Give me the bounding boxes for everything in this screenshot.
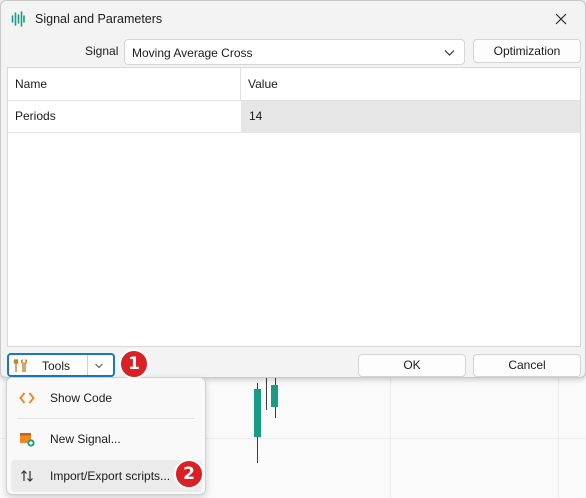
tools-icon bbox=[13, 359, 28, 372]
close-button[interactable] bbox=[541, 5, 581, 33]
window-title: Signal and Parameters bbox=[35, 12, 163, 26]
close-icon bbox=[555, 13, 567, 25]
signal-waveform-icon bbox=[11, 11, 25, 27]
split-divider bbox=[87, 355, 88, 375]
grid-header: Name Value bbox=[8, 68, 580, 101]
code-icon bbox=[19, 392, 35, 404]
param-name-cell[interactable]: Periods bbox=[8, 101, 241, 132]
annotation-badge-2: 2 bbox=[174, 459, 204, 489]
title-bar: Signal and Parameters bbox=[1, 1, 585, 37]
import-export-icon bbox=[21, 470, 33, 482]
signal-selected-value: Moving Average Cross bbox=[132, 46, 253, 60]
annotation-badge-1: 1 bbox=[119, 349, 149, 379]
signal-dropdown[interactable]: Moving Average Cross bbox=[124, 39, 465, 65]
menu-item-label: Import/Export scripts... bbox=[50, 469, 171, 483]
candle-body bbox=[271, 385, 278, 407]
column-header-value[interactable]: Value bbox=[241, 68, 580, 100]
menu-item-new-signal[interactable]: New Signal... bbox=[11, 423, 202, 455]
cancel-button[interactable]: Cancel bbox=[473, 354, 581, 377]
candle-wick bbox=[266, 378, 267, 410]
parameters-grid: Name Value Periods 14 bbox=[7, 67, 581, 347]
ok-button[interactable]: OK bbox=[358, 354, 466, 377]
param-value-cell[interactable]: 14 bbox=[241, 101, 580, 132]
menu-item-label: New Signal... bbox=[50, 432, 121, 446]
signal-parameters-dialog: Signal and Parameters Signal Moving Aver… bbox=[0, 0, 586, 378]
signal-label: Signal bbox=[85, 44, 119, 58]
optimization-button[interactable]: Optimization bbox=[473, 39, 581, 63]
tools-label: Tools bbox=[42, 359, 71, 373]
column-header-name[interactable]: Name bbox=[8, 68, 241, 100]
chevron-down-icon bbox=[444, 50, 455, 56]
new-signal-icon bbox=[20, 433, 35, 447]
tools-split-button[interactable]: Tools bbox=[7, 353, 115, 377]
menu-item-label: Show Code bbox=[50, 391, 113, 405]
table-row[interactable]: Periods 14 bbox=[8, 101, 580, 133]
chevron-down-icon[interactable] bbox=[94, 361, 104, 371]
candle-body bbox=[254, 389, 261, 437]
menu-separator bbox=[17, 418, 195, 419]
menu-item-show-code[interactable]: Show Code bbox=[11, 382, 202, 414]
